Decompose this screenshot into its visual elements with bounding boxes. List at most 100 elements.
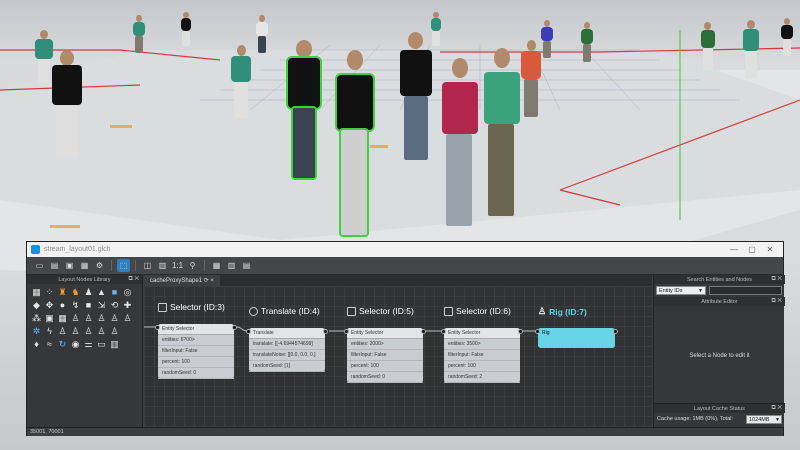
- walk-node-icon[interactable]: ♟: [83, 287, 94, 298]
- person-node-icon[interactable]: ♙: [70, 313, 81, 324]
- search-mode-value: Entity IDs: [659, 287, 683, 294]
- graph-tab[interactable]: cacheProxyShape1 ⟳ ×: [144, 275, 220, 286]
- open-icon[interactable]: ▤: [48, 259, 61, 272]
- person-node-icon[interactable]: ♙: [122, 313, 133, 324]
- marker-node-icon[interactable]: ■: [109, 287, 120, 298]
- fit-icon[interactable]: ▥: [156, 259, 169, 272]
- window-title: stream_layout01.glch: [44, 246, 111, 253]
- noise-node-icon[interactable]: ⁂: [31, 313, 42, 324]
- node-graph-canvas[interactable]: Selector (ID:3) Entity Selector entities…: [144, 286, 652, 427]
- status-bar: 35001, 70001: [27, 427, 783, 436]
- wave-node-icon[interactable]: ≈: [44, 339, 55, 350]
- person-node-icon[interactable]: ♙: [83, 313, 94, 324]
- scale-node-icon[interactable]: ⇲: [96, 300, 107, 311]
- search-mode-dropdown[interactable]: Entity IDs ▼: [656, 286, 706, 295]
- input-port[interactable]: [155, 325, 160, 330]
- flower-node-icon[interactable]: ✲: [31, 326, 42, 337]
- walk-icon: ♙: [538, 306, 547, 316]
- layout-icon[interactable]: ▦: [210, 259, 223, 272]
- path-node-icon[interactable]: ↯: [70, 300, 81, 311]
- new-icon[interactable]: ▭: [33, 259, 46, 272]
- node-type-icon: [158, 302, 167, 312]
- attribute-panel-title: Attribute Editor: [701, 298, 738, 305]
- monitor-node-icon[interactable]: ▭: [96, 339, 107, 350]
- search-icon[interactable]: ⚲: [186, 259, 199, 272]
- rotate-node-icon[interactable]: ⟲: [109, 300, 120, 311]
- grid-icon[interactable]: ▤: [240, 259, 253, 272]
- panel-buttons[interactable]: ⧉ ✕: [128, 276, 139, 283]
- rig-node-icon[interactable]: ♜: [57, 287, 68, 298]
- person-node-icon[interactable]: ♙: [109, 313, 120, 324]
- crowd-agent-selected[interactable]: [285, 40, 323, 180]
- terrain-node-icon[interactable]: ▲: [96, 287, 107, 298]
- crowd-agent-selected[interactable]: [335, 50, 375, 240]
- save-icon[interactable]: ▣: [63, 259, 76, 272]
- crowd-agent: [230, 45, 252, 120]
- close-button[interactable]: ✕: [761, 245, 779, 254]
- output-port[interactable]: [421, 329, 426, 334]
- bars-node-icon[interactable]: ▥: [109, 339, 120, 350]
- search-input[interactable]: [709, 286, 782, 295]
- translate-node[interactable]: Translate (ID:4) Translate translate: [[…: [246, 306, 328, 372]
- selector-node[interactable]: Selector (ID:6) Entity Selector entities…: [441, 306, 523, 383]
- window-titlebar[interactable]: stream_layout01.glch — ▢ ✕: [27, 242, 783, 257]
- person-node-icon[interactable]: ♙: [57, 326, 68, 337]
- crowd-agent: [520, 40, 542, 120]
- minimize-button[interactable]: —: [725, 245, 743, 254]
- maximize-button[interactable]: ▢: [743, 245, 761, 254]
- grid-node-icon[interactable]: ▦: [31, 287, 42, 298]
- person-node-icon[interactable]: ♙: [96, 313, 107, 324]
- output-port[interactable]: [232, 325, 237, 330]
- crowd-agent: [180, 12, 192, 48]
- panel-buttons[interactable]: ⧉ ✕: [771, 298, 782, 305]
- settings-icon[interactable]: ⚙: [93, 259, 106, 272]
- person-node-icon[interactable]: ♙: [83, 326, 94, 337]
- grid-node-icon[interactable]: ▦: [57, 313, 68, 324]
- output-port[interactable]: [613, 329, 618, 334]
- circle-node-icon[interactable]: ◎: [122, 287, 133, 298]
- cycle-node-icon[interactable]: ↻: [57, 339, 68, 350]
- selector-node[interactable]: Selector (ID:3) Entity Selector entities…: [155, 302, 237, 379]
- person-node-icon[interactable]: ♙: [70, 326, 81, 337]
- toolbar: ▭ ▤ ▣ ▦ ⚙ ⬚ ◫ ▥ 1:1 ⚲ ▦ ▥ ▤: [27, 257, 783, 275]
- crowd-agent: [780, 18, 794, 58]
- sphere-node-icon[interactable]: ●: [57, 300, 68, 311]
- panels-icon[interactable]: ▥: [225, 259, 238, 272]
- panel-buttons[interactable]: ⧉ ✕: [771, 405, 782, 412]
- layout-editor-window[interactable]: stream_layout01.glch — ▢ ✕ ▭ ▤ ▣ ▦ ⚙ ⬚ ◫…: [26, 241, 785, 436]
- save-as-icon[interactable]: ▦: [78, 259, 91, 272]
- split-node-icon[interactable]: ⚌: [83, 339, 94, 350]
- group-node-icon[interactable]: ♞: [70, 287, 81, 298]
- input-port[interactable]: [246, 329, 251, 334]
- search-section: Search Entities and Nodes ⧉ ✕ Entity IDs…: [654, 275, 785, 297]
- rig-node[interactable]: ♙ Rig (ID:7) Rig: [535, 306, 618, 348]
- shirt-node-icon[interactable]: ♦: [31, 339, 42, 350]
- person-node-icon[interactable]: ♙: [109, 326, 120, 337]
- move-node-icon[interactable]: ✥: [44, 300, 55, 311]
- lightning-node-icon[interactable]: ϟ: [44, 326, 55, 337]
- square-node-icon[interactable]: ■: [83, 300, 94, 311]
- zoom-reset-button[interactable]: 1:1: [171, 259, 184, 272]
- input-port[interactable]: [535, 329, 540, 334]
- output-port[interactable]: [518, 329, 523, 334]
- cache-total-field[interactable]: 1024MB ▼: [746, 415, 782, 424]
- selector-node[interactable]: Selector (ID:5) Entity Selector entities…: [344, 306, 426, 383]
- person-node-icon[interactable]: ♙: [96, 326, 107, 337]
- crowd-agent: [430, 12, 442, 48]
- panel-buttons[interactable]: ⧉ ✕: [771, 276, 782, 283]
- plus-node-icon[interactable]: ✚: [122, 300, 133, 311]
- node-attr: randomSeed: [1]: [249, 361, 325, 372]
- input-port[interactable]: [441, 329, 446, 334]
- output-port[interactable]: [323, 329, 328, 334]
- select-icon[interactable]: ⬚: [117, 259, 130, 272]
- frame-icon[interactable]: ◫: [141, 259, 154, 272]
- node-attr: percent: 100: [158, 357, 234, 368]
- crowd-agent: [580, 22, 594, 64]
- input-port[interactable]: [344, 329, 349, 334]
- dots-node-icon[interactable]: ⁘: [44, 287, 55, 298]
- box-node-icon[interactable]: ▣: [44, 313, 55, 324]
- shape-node-icon[interactable]: ◆: [31, 300, 42, 311]
- node-attr: filterInput: False: [444, 350, 520, 361]
- app-icon: [31, 245, 40, 254]
- camera-node-icon[interactable]: ◉: [70, 339, 81, 350]
